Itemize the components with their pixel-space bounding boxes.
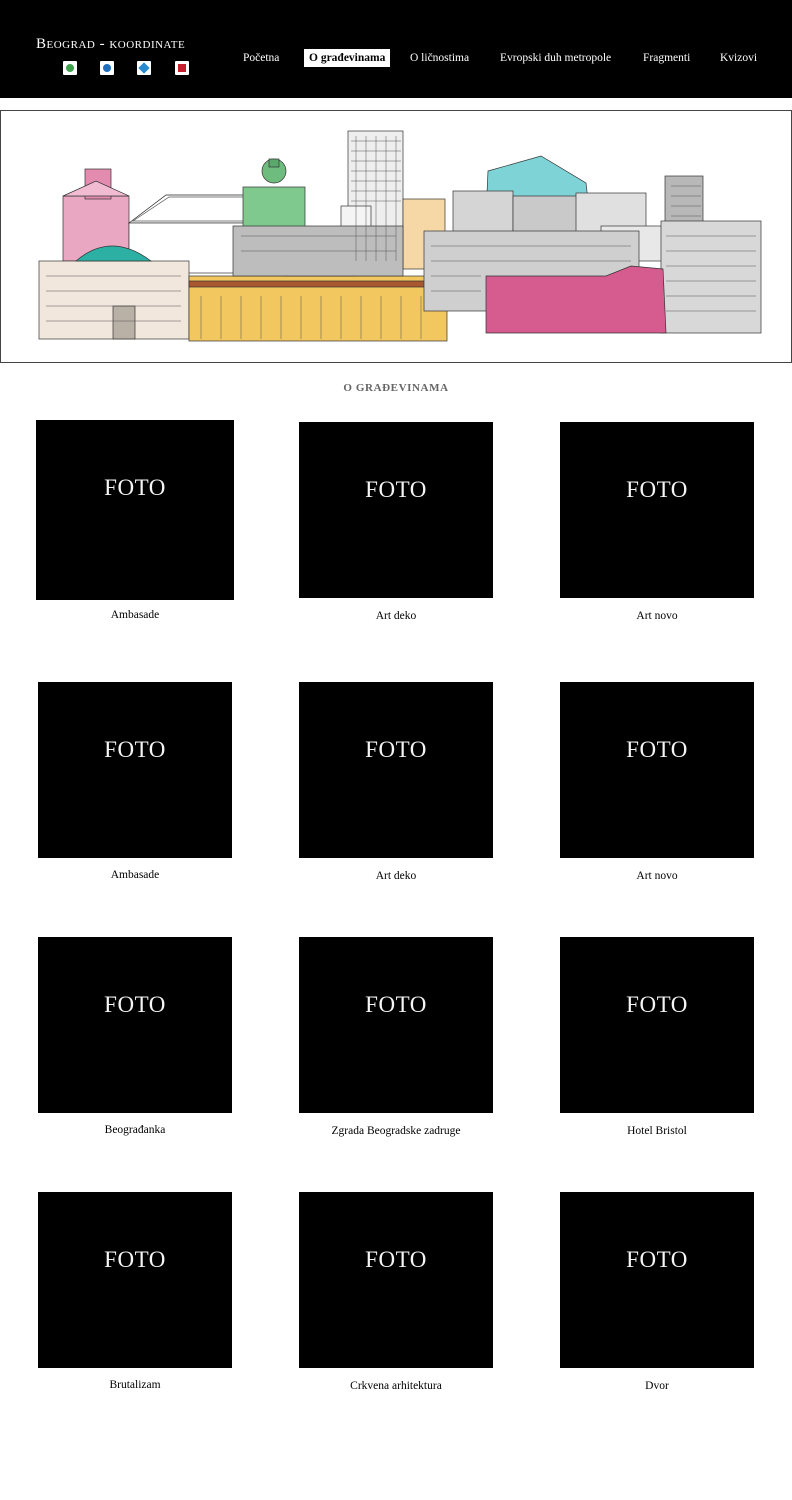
photo-placeholder[interactable]: FOTO (560, 1192, 754, 1368)
flag-1-icon[interactable] (63, 61, 77, 75)
flag-4-icon[interactable] (175, 61, 189, 75)
photo-placeholder[interactable]: FOTO (560, 422, 754, 598)
flag-2-icon[interactable] (100, 61, 114, 75)
photo-placeholder[interactable]: FOTO (38, 1192, 232, 1368)
tile-caption[interactable]: Art deko (279, 870, 513, 882)
tile-caption[interactable]: Zgrada Beogradske zadruge (279, 1125, 513, 1137)
tile-caption[interactable]: Ambasade (16, 609, 254, 621)
tile-caption[interactable]: Art novo (540, 610, 774, 622)
tile-caption[interactable]: Hotel Bristol (540, 1125, 774, 1137)
site-title[interactable]: Beograd - koordinate (36, 36, 185, 53)
photo-label: FOTO (104, 475, 166, 500)
site-header: Beograd - koordinate Početna O građevina… (0, 0, 792, 98)
photo-placeholder[interactable]: FOTO (38, 937, 232, 1113)
nav-o-licnostima[interactable]: O ličnostima (410, 49, 469, 67)
nav-evropski-duh[interactable]: Evropski duh metropole (500, 49, 611, 67)
photo-placeholder[interactable]: FOTO (299, 682, 493, 858)
photo-label: FOTO (365, 1247, 427, 1272)
photo-placeholder[interactable]: FOTO (560, 682, 754, 858)
photo-label: FOTO (104, 1247, 166, 1272)
tile-caption[interactable]: Art deko (279, 610, 513, 622)
photo-label: FOTO (626, 992, 688, 1017)
city-skyline-banner (0, 110, 792, 363)
tile-caption[interactable]: Beograđanka (18, 1124, 252, 1136)
photo-label: FOTO (626, 477, 688, 502)
photo-label: FOTO (626, 1247, 688, 1272)
photo-placeholder[interactable]: FOTO (299, 937, 493, 1113)
photo-label: FOTO (626, 737, 688, 762)
photo-label: FOTO (365, 737, 427, 762)
nav-kvizovi[interactable]: Kvizovi (720, 49, 757, 67)
flag-3-icon[interactable] (137, 61, 151, 75)
photo-label: FOTO (365, 477, 427, 502)
photo-placeholder[interactable]: FOTO (299, 1192, 493, 1368)
tile-caption[interactable]: Ambasade (18, 869, 252, 881)
nav-fragmenti[interactable]: Fragmenti (643, 49, 690, 67)
tile-caption[interactable]: Brutalizam (18, 1379, 252, 1391)
photo-placeholder[interactable]: FOTO (299, 422, 493, 598)
photo-placeholder[interactable]: FOTO (560, 937, 754, 1113)
photo-placeholder[interactable]: FOTO (38, 682, 232, 858)
photo-label: FOTO (365, 992, 427, 1017)
tile-caption[interactable]: Art novo (540, 870, 774, 882)
section-title: O GRAĐEVINAMA (343, 382, 449, 394)
nav-pocetna[interactable]: Početna (243, 49, 279, 67)
tile-caption[interactable]: Dvor (540, 1380, 774, 1392)
nav-o-gradjevinama[interactable]: O građevinama (304, 49, 391, 67)
skyline-illustration (38, 130, 762, 342)
photo-label: FOTO (104, 737, 166, 762)
photo-placeholder[interactable]: FOTO (36, 420, 234, 600)
photo-label: FOTO (104, 992, 166, 1017)
tile-caption[interactable]: Crkvena arhitektura (279, 1380, 513, 1392)
